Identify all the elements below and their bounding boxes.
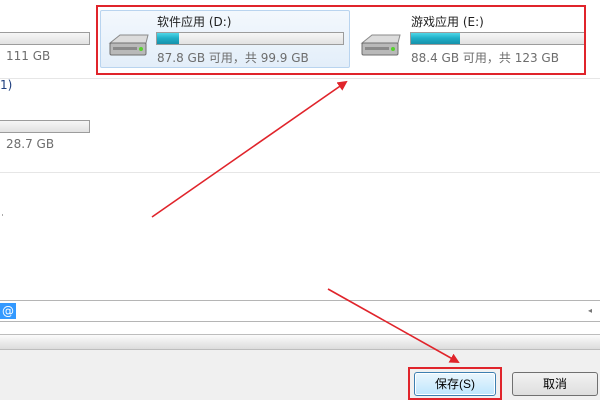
cancel-button[interactable]: 取消 [512, 372, 598, 396]
annotation-box-drives [96, 5, 586, 75]
scroll-arrow-icon[interactable]: ◂ [588, 306, 598, 316]
drive-size-text: 28.7 GB [6, 137, 55, 151]
horizontal-scrollbar[interactable] [0, 334, 600, 350]
annotation-arrow-drives [151, 80, 348, 218]
section-label-mark: ˙ [0, 214, 5, 225]
drive-capacity-bar [0, 32, 90, 45]
section-divider [0, 78, 600, 79]
drive-size-text: 111 GB [6, 49, 51, 63]
section-label-fragment: 1) [0, 78, 13, 92]
path-input[interactable]: @ ◂ [0, 300, 600, 322]
path-input-value: @ [0, 303, 16, 319]
section-divider [0, 172, 600, 173]
dialog-footer: 保存(S) 取消 [0, 350, 600, 400]
annotation-box-save [408, 367, 502, 400]
drive-capacity-bar [0, 120, 90, 133]
